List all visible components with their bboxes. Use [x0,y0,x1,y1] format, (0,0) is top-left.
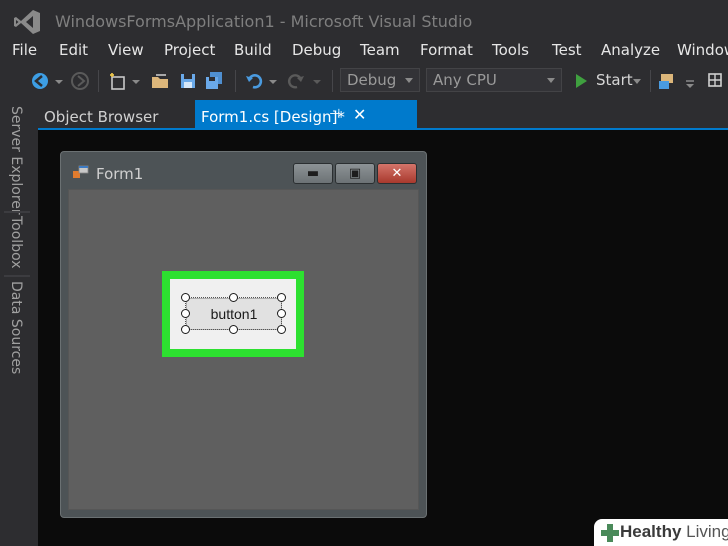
tab-form1-design[interactable]: Form1.cs [Design]* ⊣ ✕ [195,100,417,130]
solution-configuration-combo[interactable]: Debug [340,68,420,92]
save-icon[interactable] [178,71,198,91]
watermark-text: Healthy Living [620,522,728,541]
menu-file[interactable]: File [12,41,37,59]
chevron-down-icon [633,79,641,84]
maximize-icon: ▣ [348,166,362,181]
menu-bar: File Edit View Project Build Debug Team … [0,40,728,62]
watermark: Healthy Living [594,519,728,546]
undo-dropdown-icon[interactable] [268,71,278,91]
menu-test[interactable]: Test [552,41,582,59]
play-icon [576,74,587,88]
window-title: WindowsFormsApplication1 - Microsoft Vis… [55,12,473,31]
menu-project[interactable]: Project [164,41,215,59]
menu-window[interactable]: Window [677,41,728,59]
active-tab-underline [38,128,728,130]
menu-tools[interactable]: Tools [492,41,529,59]
toolbar-separator [235,70,236,92]
resize-handle-top-right[interactable] [277,293,286,302]
start-label: Start [596,71,633,89]
visual-studio-logo-icon [14,10,40,34]
tool-window-tabs: Server Explorer Toolbox Data Sources [0,100,38,546]
resize-handle-bottom[interactable] [229,325,238,334]
resize-handle-bottom-right[interactable] [277,325,286,334]
close-icon: ✕ [391,166,403,181]
toolbox-tab[interactable]: Toolbox [8,216,24,269]
find-icon[interactable] [706,71,726,91]
minimize-button[interactable]: ▬ [293,163,333,184]
minimize-icon: ▬ [306,166,320,181]
toolbar-separator [332,70,333,92]
back-dropdown-icon[interactable] [54,71,64,91]
navigate-back-icon[interactable] [30,71,50,91]
data-sources-tab[interactable]: Data Sources [8,281,24,374]
undo-icon[interactable] [244,71,264,91]
server-explorer-tab[interactable]: Server Explorer [8,106,24,215]
menu-analyze[interactable]: Analyze [601,41,660,59]
tab-form1-design-label: Form1.cs [Design]* [201,108,345,126]
menu-edit[interactable]: Edit [59,41,88,59]
toolbox-icon[interactable] [657,71,677,91]
document-tab-strip: Object Browser Form1.cs [Design]* ⊣ ✕ [38,100,728,130]
form-icon [73,165,89,178]
menu-view[interactable]: View [108,41,144,59]
plus-cross-icon [601,524,619,542]
tab-object-browser[interactable]: Object Browser [38,100,188,130]
side-tab-divider [4,275,30,277]
menu-build[interactable]: Build [234,41,272,59]
toolbar-overflow-icon[interactable] [684,71,696,91]
open-folder-icon[interactable] [150,71,170,91]
toolbar-separator [98,70,99,92]
resize-handle-top[interactable] [229,293,238,302]
solution-platform-value: Any CPU [433,71,497,89]
pin-icon[interactable]: ⊣ [329,107,340,122]
menu-debug[interactable]: Debug [292,41,341,59]
solution-platform-combo[interactable]: Any CPU [426,68,562,92]
redo-icon[interactable] [286,71,306,91]
redo-dropdown-icon[interactable] [312,71,322,91]
maximize-button[interactable]: ▣ [335,163,375,184]
standard-toolbar: Debug Any CPU Start [0,62,728,100]
close-button[interactable]: ✕ [377,163,417,184]
resize-handle-left[interactable] [181,309,190,318]
toolbar-separator [650,70,651,92]
form1-title: Form1 [96,165,144,183]
save-all-icon[interactable] [204,71,224,91]
resize-handle-right[interactable] [277,309,286,318]
menu-format[interactable]: Format [420,41,473,59]
menu-team[interactable]: Team [360,41,400,59]
chevron-down-icon [405,78,413,83]
resize-handle-top-left[interactable] [181,293,190,302]
side-tab-divider [4,211,30,213]
close-icon[interactable]: ✕ [353,105,366,124]
navigate-forward-icon[interactable] [70,71,90,91]
solution-configuration-value: Debug [347,71,397,89]
title-bar: WindowsFormsApplication1 - Microsoft Vis… [0,0,728,40]
form1-title-bar: Form1 ▬ ▣ ✕ [61,152,426,188]
new-project-icon[interactable] [108,71,128,91]
resize-handle-bottom-left[interactable] [181,325,190,334]
chevron-down-icon [547,78,555,83]
new-dropdown-icon[interactable] [131,71,141,91]
